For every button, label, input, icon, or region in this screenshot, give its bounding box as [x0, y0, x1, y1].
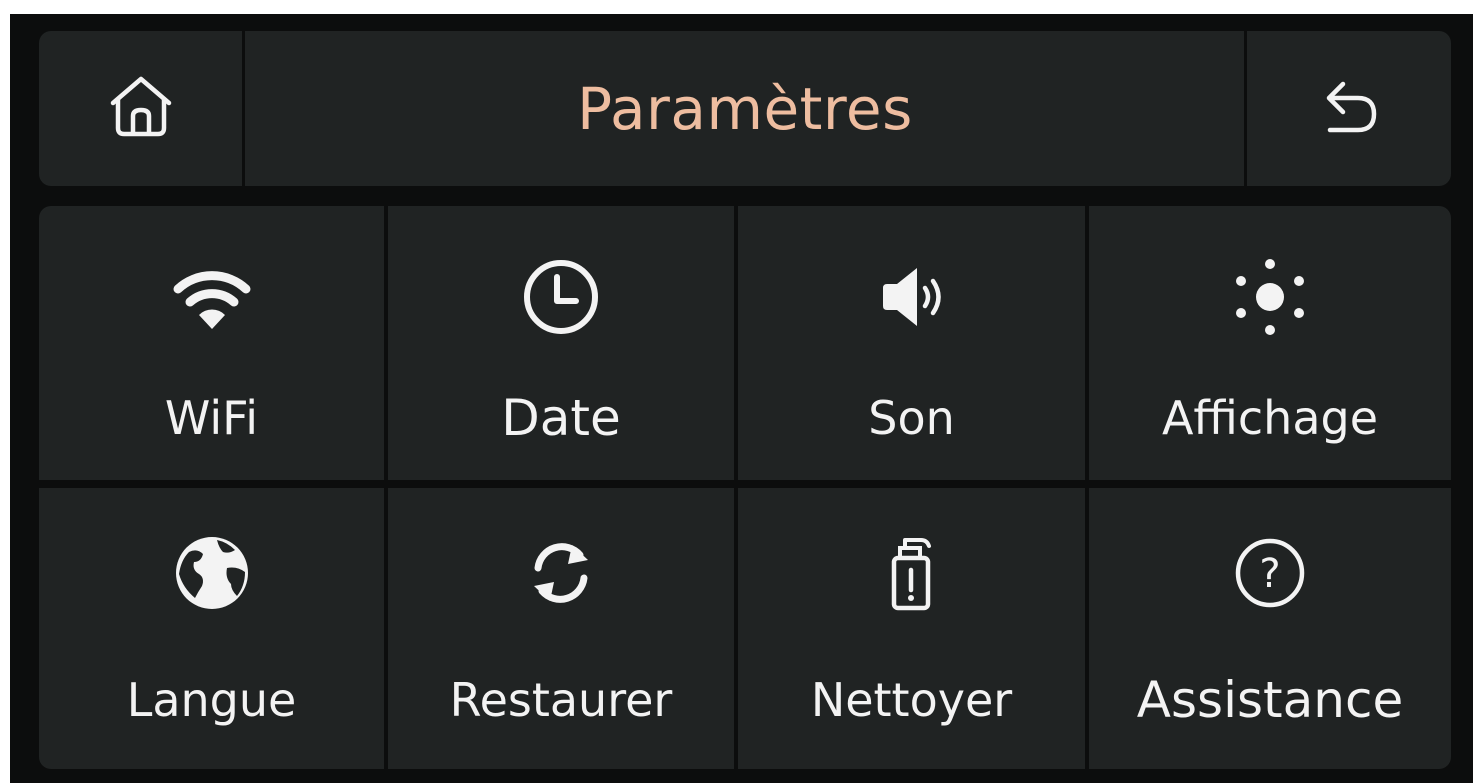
settings-screen: Paramètres WiFi Date Son Affichage Langu…	[10, 14, 1473, 783]
menu-item-label: WiFi	[164, 391, 259, 445]
menu-item-langue[interactable]: Langue	[39, 488, 384, 769]
back-arrow-icon	[1312, 70, 1386, 148]
wifi-icon	[167, 252, 257, 342]
home-button[interactable]	[39, 31, 242, 186]
clock-icon	[516, 252, 606, 342]
menu-item-nettoyer[interactable]: Nettoyer	[738, 488, 1085, 769]
menu-item-label: Affichage	[1161, 391, 1379, 445]
back-button[interactable]	[1247, 31, 1451, 186]
svg-text:?: ?	[1259, 551, 1280, 597]
menu-item-label: Nettoyer	[810, 673, 1013, 727]
menu-item-label: Assistance	[1136, 671, 1404, 729]
home-icon	[104, 70, 178, 148]
help-icon: ?	[1225, 528, 1315, 618]
cleaner-bottle-icon	[867, 528, 957, 618]
menu-item-assistance[interactable]: ? Assistance	[1089, 488, 1451, 769]
menu-item-restaurer[interactable]: Restaurer	[388, 488, 734, 769]
menu-item-label: Son	[868, 391, 955, 445]
menu-item-son[interactable]: Son	[738, 206, 1085, 480]
settings-grid: WiFi Date Son Affichage Langue Restaurer…	[39, 206, 1451, 769]
restore-icon	[516, 528, 606, 618]
menu-item-wifi[interactable]: WiFi	[39, 206, 384, 480]
header-divider-left	[242, 31, 245, 186]
menu-item-label: Langue	[126, 673, 297, 727]
menu-item-affichage[interactable]: Affichage	[1089, 206, 1451, 480]
page-title: Paramètres	[577, 74, 913, 143]
menu-item-label: Date	[501, 389, 621, 447]
globe-icon	[167, 528, 257, 618]
brightness-icon	[1225, 252, 1315, 342]
header-bar: Paramètres	[39, 31, 1451, 186]
menu-item-date[interactable]: Date	[388, 206, 734, 480]
speaker-icon	[867, 252, 957, 342]
menu-item-label: Restaurer	[449, 673, 673, 727]
